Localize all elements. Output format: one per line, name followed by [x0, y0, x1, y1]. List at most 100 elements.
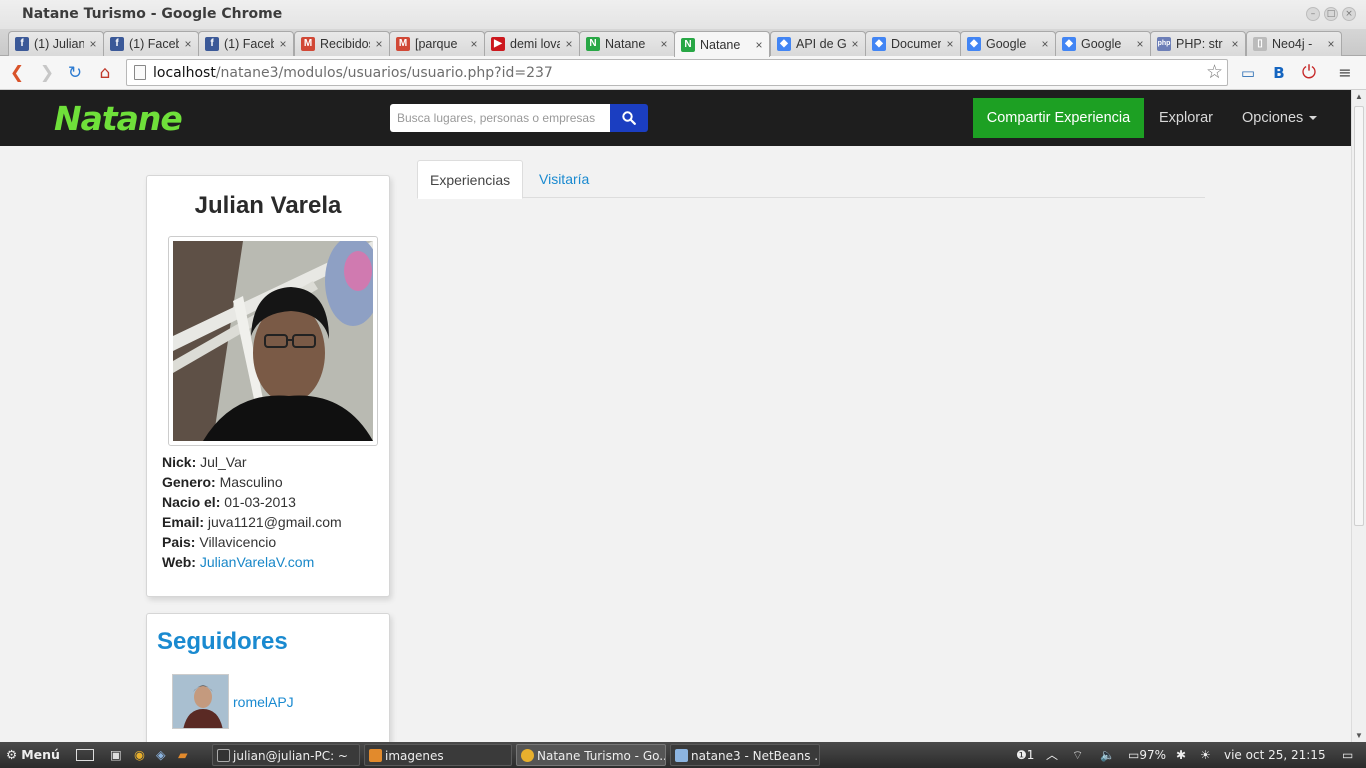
tray-expand-icon[interactable]: ︿: [1046, 742, 1058, 768]
follower-name[interactable]: romelAPJ: [233, 694, 294, 710]
netbeans-launcher-icon[interactable]: ◈: [156, 742, 166, 768]
close-tab-icon[interactable]: ×: [1039, 37, 1051, 51]
show-notifications-icon[interactable]: ▭: [1342, 742, 1353, 768]
close-tab-icon[interactable]: ×: [182, 37, 194, 51]
google-icon: ◆: [777, 37, 791, 51]
taskbar-window-images[interactable]: imagenes: [364, 744, 512, 766]
browser-tab-label: (1) Julian: [34, 37, 84, 51]
browser-tab[interactable]: ▶ demi lovato×: [484, 31, 580, 56]
browser-tab-label: Natane: [700, 37, 741, 52]
content-tabs: Experiencias Visitaría: [417, 160, 1205, 199]
forward-icon[interactable]: ❯: [36, 62, 58, 84]
files-launcher-icon[interactable]: ▰: [178, 742, 188, 768]
browser-tab[interactable]: ◆ Google ×: [1055, 31, 1151, 56]
website-link[interactable]: JulianVarelaV.com: [200, 554, 314, 570]
site-navbar: Natane Compartir Experiencia Explorar Op…: [0, 90, 1351, 146]
maximize-button[interactable]: □: [1324, 7, 1338, 21]
clock[interactable]: vie oct 25, 21:15: [1224, 742, 1326, 768]
alert-icon: ❶: [1016, 748, 1027, 762]
chrome-launcher-icon[interactable]: ◉: [134, 742, 145, 768]
search-button[interactable]: [610, 104, 648, 132]
browser-tab[interactable]: f (1) Julian ×: [8, 31, 104, 56]
close-tab-icon[interactable]: ×: [563, 37, 575, 51]
follower-item[interactable]: romelAPJ: [172, 674, 294, 729]
brightness-icon[interactable]: ☀: [1200, 742, 1211, 768]
notification-indicator[interactable]: ❶1: [1016, 742, 1034, 768]
terminal-launcher-icon[interactable]: ▣: [110, 742, 122, 768]
natane-logo[interactable]: Natane: [54, 99, 183, 138]
browser-tab[interactable]: M Recibidos ×: [294, 31, 390, 56]
search-input[interactable]: [390, 104, 610, 132]
browser-tab[interactable]: ▯ Neo4j - ×: [1246, 31, 1342, 56]
browser-tab[interactable]: N Natane ×: [579, 31, 675, 56]
battery-indicator[interactable]: ▭97%: [1128, 742, 1166, 768]
browser-tab[interactable]: f (1) Facebook×: [198, 31, 294, 56]
scroll-up-icon[interactable]: ▲: [1355, 92, 1363, 101]
close-tab-icon[interactable]: ×: [849, 37, 861, 51]
followers-card: Seguidores romelAPJ: [146, 613, 390, 742]
close-tab-icon[interactable]: ×: [658, 37, 670, 51]
browser-tab[interactable]: ◆ Google ×: [960, 31, 1056, 56]
home-icon[interactable]: ⌂: [94, 62, 116, 84]
close-tab-icon[interactable]: ×: [277, 37, 289, 51]
url-text[interactable]: localhost/natane3/modulos/usuarios/usuar…: [153, 65, 553, 81]
close-tab-icon[interactable]: ×: [944, 37, 956, 51]
profile-name: Julian Varela: [194, 192, 342, 219]
scroll-down-icon[interactable]: ▼: [1355, 731, 1363, 740]
bluetooth-icon[interactable]: ✱: [1176, 742, 1186, 768]
profile-photo-image: [173, 241, 373, 441]
close-tab-icon[interactable]: ×: [1229, 37, 1241, 51]
reload-icon[interactable]: ↻: [64, 62, 86, 84]
back-icon[interactable]: ❮: [6, 62, 28, 84]
caret-down-icon: [1309, 116, 1318, 121]
start-menu-button[interactable]: ⚙ Menú: [6, 742, 60, 768]
cast-extension-icon[interactable]: ▭: [1237, 62, 1259, 84]
follower-avatar[interactable]: [172, 674, 229, 729]
browser-tab[interactable]: ◆ API de Google×: [770, 31, 866, 56]
bookmark-star-icon[interactable]: ☆: [1206, 61, 1223, 83]
close-tab-icon[interactable]: ×: [1325, 37, 1337, 51]
chrome-menu-icon[interactable]: ≡: [1334, 62, 1356, 84]
facebook-icon: f: [205, 37, 219, 51]
browser-tab[interactable]: php PHP: str ×: [1150, 31, 1246, 56]
close-tab-icon[interactable]: ×: [1134, 37, 1146, 51]
taskbar-window-terminal[interactable]: julian@julian-PC: ~: [212, 744, 360, 766]
close-tab-icon[interactable]: ×: [468, 37, 480, 51]
youtube-icon: ▶: [491, 37, 505, 51]
volume-icon[interactable]: 🔈: [1100, 742, 1115, 768]
b-extension-icon[interactable]: B: [1268, 62, 1290, 84]
browser-tab[interactable]: N Natane ×: [674, 31, 770, 57]
adblock-extension-icon[interactable]: ⏻: [1298, 62, 1320, 84]
close-tab-icon[interactable]: ×: [87, 37, 99, 51]
close-tab-icon[interactable]: ×: [753, 38, 765, 52]
wifi-icon[interactable]: ⌔: [1072, 742, 1083, 768]
close-window-button[interactable]: ×: [1342, 7, 1356, 21]
scrollbar-thumb[interactable]: [1354, 106, 1364, 526]
browser-tab[interactable]: f (1) Facebook×: [103, 31, 199, 56]
show-desktop-icon[interactable]: [76, 742, 98, 768]
browser-tab-label: Google: [1081, 37, 1122, 51]
options-dropdown[interactable]: Opciones: [1242, 110, 1318, 126]
share-experience-button[interactable]: Compartir Experiencia: [973, 98, 1144, 138]
natane-icon: N: [681, 37, 695, 52]
url-path: /natane3/modulos/usuarios/usuario.php?id…: [215, 65, 553, 81]
taskbar-window-netbeans[interactable]: natane3 - NetBeans ...: [670, 744, 820, 766]
browser-tab[interactable]: ◆ Documentos×: [865, 31, 961, 56]
page-scrollbar[interactable]: ▲ ▼: [1351, 90, 1366, 742]
php-icon: php: [1157, 37, 1171, 51]
tab-experiencias[interactable]: Experiencias: [417, 160, 524, 199]
minimize-button[interactable]: –: [1306, 7, 1320, 21]
profile-field-birthdate: Nacio el: 01-03-2013: [162, 492, 342, 512]
browser-tab[interactable]: M [parque ×: [389, 31, 485, 56]
facebook-icon: f: [110, 37, 124, 51]
profile-field-gender: Genero: Masculino: [162, 472, 342, 492]
address-bar[interactable]: localhost/natane3/modulos/usuarios/usuar…: [126, 59, 1228, 86]
close-tab-icon[interactable]: ×: [373, 37, 385, 51]
tab-visitaria[interactable]: Visitaría: [527, 160, 601, 198]
notification-count: 1: [1026, 748, 1035, 762]
explore-link[interactable]: Explorar: [1159, 110, 1213, 126]
field-value: Villavicencio: [199, 534, 277, 550]
google-icon: ◆: [872, 37, 886, 51]
taskbar-window-chrome[interactable]: Natane Turismo - Go...: [516, 744, 666, 766]
netbeans-icon: [675, 749, 688, 762]
